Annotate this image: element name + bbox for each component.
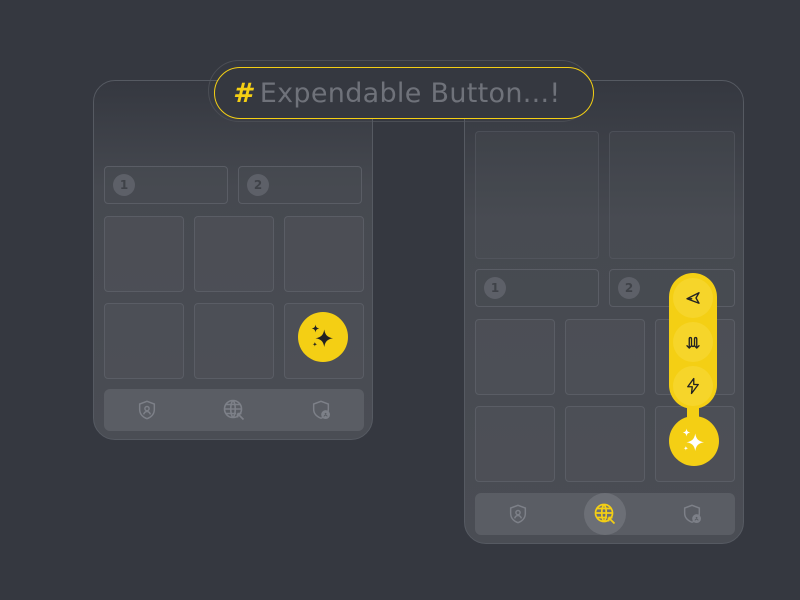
send-arrow-icon xyxy=(686,292,700,304)
shield-user-settings-icon xyxy=(312,400,330,420)
shield-person-icon xyxy=(510,504,527,524)
card-number-badge: 1 xyxy=(113,174,135,196)
grid-tile[interactable] xyxy=(475,319,555,395)
grid-tile[interactable] xyxy=(565,319,645,395)
nav-item-account[interactable] xyxy=(300,389,342,431)
fab-sparkles-collapsed[interactable] xyxy=(298,312,348,362)
card-1[interactable]: 1 xyxy=(104,166,228,204)
globe-cursor-icon xyxy=(594,503,616,525)
swap-arrows-icon xyxy=(686,336,700,349)
card-number-badge: 2 xyxy=(618,277,640,299)
card-1[interactable]: 1 xyxy=(475,269,599,307)
grid-tile[interactable] xyxy=(475,406,555,482)
grid-tile[interactable] xyxy=(104,216,184,292)
shield-person-icon xyxy=(139,400,156,420)
nav-item-security[interactable] xyxy=(126,389,168,431)
large-tile[interactable] xyxy=(609,131,735,259)
card-number-badge: 2 xyxy=(247,174,269,196)
nav-item-web-active[interactable] xyxy=(583,493,626,535)
flash-action-button[interactable] xyxy=(673,366,713,406)
card-number-badge: 1 xyxy=(484,277,506,299)
fab-sparkles-expanded[interactable] xyxy=(669,416,719,466)
bottom-nav xyxy=(104,389,364,431)
page-title: Expendable Button...! xyxy=(259,77,561,109)
title-pill: # Expendable Button...! xyxy=(214,67,594,119)
lightning-icon xyxy=(687,377,699,395)
nav-item-account[interactable] xyxy=(671,493,713,535)
nav-item-web[interactable] xyxy=(213,389,255,431)
globe-cursor-icon xyxy=(223,399,245,421)
shield-user-settings-icon xyxy=(683,504,701,524)
left-phone-mockup: 1 2 xyxy=(93,80,373,440)
grid-tile[interactable] xyxy=(284,216,364,292)
nav-item-security[interactable] xyxy=(497,493,539,535)
grid-tile[interactable] xyxy=(194,216,274,292)
grid-tile[interactable] xyxy=(194,303,274,379)
card-2[interactable]: 2 xyxy=(238,166,362,204)
swap-action-button[interactable] xyxy=(673,322,713,362)
grid-tile[interactable] xyxy=(565,406,645,482)
sparkles-icon xyxy=(311,324,333,347)
grid-tile[interactable] xyxy=(104,303,184,379)
sparkles-icon xyxy=(682,428,704,451)
bottom-nav xyxy=(475,493,735,535)
title-hash: # xyxy=(233,77,252,109)
send-action-button[interactable] xyxy=(673,278,713,318)
large-tile[interactable] xyxy=(475,131,599,259)
